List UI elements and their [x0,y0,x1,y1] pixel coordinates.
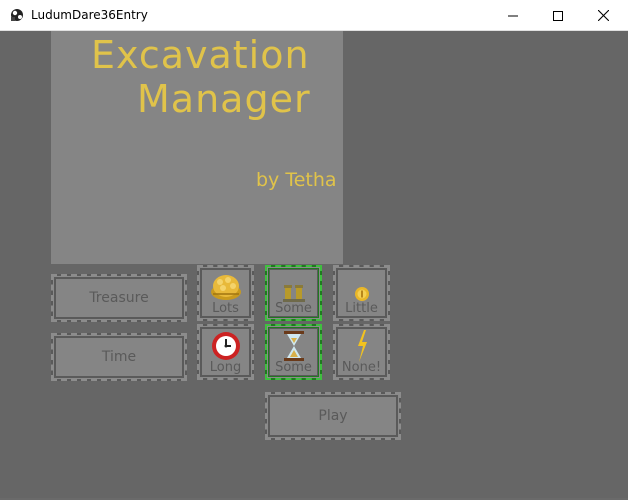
treasure-category-label: Treasure [51,274,187,322]
close-icon [597,10,609,21]
minimize-button[interactable] [490,0,536,31]
treasure-some-button[interactable]: Some [265,265,322,321]
play-button[interactable]: Play [265,392,401,440]
game-canvas: Excavation Manager by Tetha Treasure Lot… [2,31,626,498]
lightning-icon [357,330,367,362]
time-category-label: Time [51,333,187,381]
coin-icon [354,287,369,301]
treasure-little-label: Little [345,301,378,316]
play-label: Play [318,408,348,424]
treasure-label-text: Treasure [89,290,149,306]
author-byline: by Tetha [256,169,337,191]
treasure-little-button[interactable]: Little [333,265,390,321]
title-panel: Excavation Manager by Tetha [51,31,343,264]
game-title-line-1: Excavation [91,33,310,77]
hourglass-icon [283,331,304,361]
time-some-button[interactable]: Some [265,324,322,380]
time-none-label: None! [341,360,382,375]
close-button[interactable] [580,0,626,31]
time-label-text: Time [101,349,137,365]
game-title-line-2: Manager [137,77,311,121]
time-none-button[interactable]: None! [333,324,390,380]
treasure-lots-button[interactable]: Lots [197,265,254,321]
gold-pile-icon [210,275,241,300]
treasure-lots-label: Lots [212,301,239,316]
app-icon [11,9,23,21]
maximize-icon [553,10,563,21]
alarm-clock-icon [211,332,240,360]
time-some-label: Some [275,360,312,375]
minimize-icon [508,15,518,16]
maximize-button[interactable] [535,0,581,31]
window-titlebar: LudumDare36Entry [0,0,628,31]
time-long-button[interactable]: Long [197,324,254,380]
time-long-label: Long [209,360,242,375]
window-title: LudumDare36Entry [31,8,148,22]
treasure-some-label: Some [275,301,312,316]
gold-bars-icon [282,285,305,302]
